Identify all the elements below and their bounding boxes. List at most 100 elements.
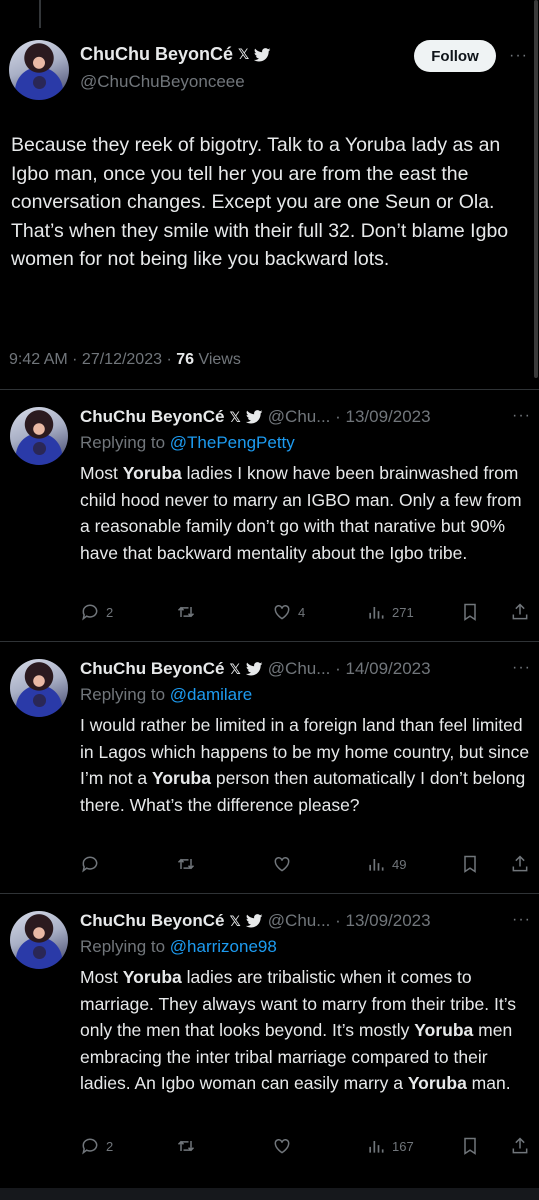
- replying-to: Replying to @harrizone98: [80, 937, 277, 957]
- like-count: 4: [298, 604, 306, 620]
- x-logo-icon: 𝕏: [229, 408, 241, 425]
- text-segment: Most: [80, 967, 123, 987]
- reply-button[interactable]: [80, 854, 106, 874]
- text-bold: Yoruba: [407, 1073, 467, 1093]
- share-icon: [512, 855, 528, 872]
- bookmark-button[interactable]: [460, 602, 480, 622]
- retweet-button[interactable]: [176, 1136, 196, 1156]
- display-name[interactable]: ChuChu BeyonCé: [80, 659, 225, 679]
- retweet-icon: [177, 858, 195, 870]
- views-count: 271: [392, 604, 414, 620]
- avatar[interactable]: [9, 40, 69, 100]
- reply-tweet[interactable]: ChuChu BeyonCé 𝕏 @Chu... · 13/09/2023 ··…: [0, 895, 539, 1188]
- reply-tweet[interactable]: ChuChu BeyonCé 𝕏 @Chu... · 14/09/2023 ··…: [0, 643, 539, 893]
- more-icon[interactable]: ···: [509, 47, 528, 65]
- timestamp[interactable]: 9:42 AM · 27/12/2023 ·: [9, 351, 176, 368]
- like-button[interactable]: [272, 1136, 298, 1156]
- main-tweet: ChuChu BeyonCé 𝕏 @ChuChuBeyonceee Follow…: [0, 0, 539, 390]
- text-bold: Yoruba: [122, 967, 182, 987]
- divider: [0, 389, 539, 390]
- handle-date[interactable]: @Chu... · 14/09/2023: [268, 659, 431, 679]
- action-bar: 49: [80, 854, 532, 878]
- bookmark-button[interactable]: [460, 854, 480, 874]
- share-button[interactable]: [510, 1136, 530, 1156]
- tweet-meta: 9:42 AM · 27/12/2023 · 76 Views: [9, 351, 241, 369]
- tweet-text: Most Yoruba ladies are tribalistic when …: [80, 964, 532, 1097]
- author-name-row: ChuChu BeyonCé 𝕏 @Chu... · 13/09/2023: [80, 407, 431, 427]
- reply-tweet[interactable]: ChuChu BeyonCé 𝕏 @Chu... · 13/09/2023 ··…: [0, 391, 539, 641]
- mention-link[interactable]: @harrizone98: [170, 937, 277, 956]
- more-icon[interactable]: ···: [512, 659, 531, 677]
- views-icon: [369, 607, 384, 619]
- replying-to: Replying to @damilare: [80, 685, 252, 705]
- follow-button[interactable]: Follow: [414, 40, 496, 72]
- display-name[interactable]: ChuChu BeyonCé: [80, 407, 225, 427]
- x-logo-icon: 𝕏: [229, 912, 241, 929]
- divider: [0, 893, 539, 894]
- replying-to: Replying to @ThePengPetty: [80, 433, 295, 453]
- handle-date[interactable]: @Chu... · 13/09/2023: [268, 911, 431, 931]
- verified-bird-icon: [245, 914, 263, 928]
- views-icon: [369, 859, 384, 871]
- bookmark-button[interactable]: [460, 1136, 480, 1156]
- handle-date[interactable]: @Chu... · 13/09/2023: [268, 407, 431, 427]
- handle[interactable]: @ChuChuBeyonceee: [80, 72, 245, 92]
- retweet-icon: [177, 1140, 195, 1152]
- tweet-text: Most Yoruba ladies I know have been brai…: [80, 460, 532, 566]
- reply-icon: [82, 856, 98, 873]
- verified-bird-icon: [245, 410, 263, 424]
- retweet-button[interactable]: [176, 602, 196, 622]
- views-button[interactable]: 49: [366, 854, 406, 874]
- reply-button[interactable]: 2: [80, 602, 113, 622]
- tweet-text: I would rather be limited in a foreign l…: [80, 712, 532, 818]
- replying-label: Replying to: [80, 433, 170, 452]
- share-icon: [512, 1137, 528, 1154]
- verified-bird-icon: [254, 47, 271, 61]
- mention-link[interactable]: @damilare: [170, 685, 252, 704]
- avatar[interactable]: [10, 911, 68, 969]
- more-icon[interactable]: ···: [512, 407, 531, 425]
- avatar[interactable]: [10, 659, 68, 717]
- bookmark-icon: [464, 1137, 476, 1155]
- share-button[interactable]: [510, 602, 530, 622]
- reply-button[interactable]: 2: [80, 1136, 113, 1156]
- divider: [0, 641, 539, 642]
- views-button[interactable]: 271: [366, 602, 414, 622]
- views-button[interactable]: 167: [366, 1136, 414, 1156]
- share-button[interactable]: [510, 854, 530, 874]
- like-button[interactable]: [272, 854, 298, 874]
- mention-link[interactable]: @ThePengPetty: [170, 433, 295, 452]
- views-icon: [369, 1141, 384, 1153]
- like-button[interactable]: 4: [272, 602, 305, 622]
- text-bold: Yoruba: [414, 1020, 474, 1040]
- x-logo-icon: 𝕏: [238, 46, 250, 62]
- retweet-button[interactable]: [176, 854, 196, 874]
- verified-bird-icon: [245, 662, 263, 676]
- views-label: Views: [194, 351, 241, 368]
- author-name-row: ChuChu BeyonCé 𝕏 @Chu... · 13/09/2023: [80, 911, 431, 931]
- views-count: 167: [392, 1138, 414, 1154]
- avatar[interactable]: [10, 407, 68, 465]
- replying-label: Replying to: [80, 685, 170, 704]
- bookmark-icon: [464, 855, 476, 873]
- bookmark-icon: [464, 603, 476, 621]
- reply-icon: [82, 1138, 98, 1155]
- x-logo-icon: 𝕏: [229, 660, 241, 677]
- text-segment: man.: [466, 1073, 511, 1093]
- display-name[interactable]: ChuChu BeyonCé: [80, 44, 233, 65]
- author-name-row: ChuChu BeyonCé 𝕏 @Chu... · 14/09/2023: [80, 659, 431, 679]
- reply-count: 2: [106, 604, 114, 620]
- reply-count: 2: [106, 1138, 114, 1154]
- retweet-icon: [177, 606, 195, 618]
- text-segment: Most: [80, 463, 123, 483]
- views-count: 76: [176, 351, 195, 368]
- like-icon: [274, 604, 290, 620]
- display-name[interactable]: ChuChu BeyonCé: [80, 911, 225, 931]
- tweet-text: Because they reek of bigotry. Talk to a …: [11, 134, 509, 270]
- share-icon: [512, 603, 528, 620]
- text-bold: Yoruba: [122, 463, 182, 483]
- reply-icon: [82, 604, 98, 621]
- like-icon: [274, 856, 290, 872]
- more-icon[interactable]: ···: [512, 911, 531, 929]
- action-bar: 2 4 271: [80, 602, 532, 626]
